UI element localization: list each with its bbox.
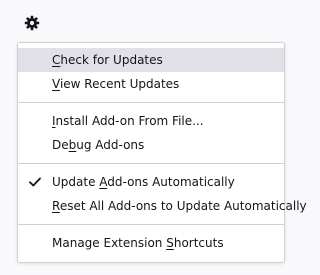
menu-item-update-automatically[interactable]: Update Add-ons Automatically xyxy=(18,170,284,194)
menu-separator xyxy=(18,102,284,103)
menu-item-install-from-file[interactable]: Install Add-on From File... xyxy=(18,109,284,133)
menu-separator xyxy=(18,224,284,225)
menu-item-manage-shortcuts[interactable]: Manage Extension Shortcuts xyxy=(18,231,284,255)
menu-item-check-for-updates[interactable]: Check for Updates xyxy=(18,48,284,72)
menu-separator xyxy=(18,163,284,164)
tools-gear-button[interactable] xyxy=(16,8,48,38)
menu-item-reset-auto-update[interactable]: Reset All Add-ons to Update Automaticall… xyxy=(18,194,307,218)
menu-item-debug-addons[interactable]: Debug Add-ons xyxy=(18,133,284,157)
checkmark-icon xyxy=(29,177,41,187)
addons-tools-menu: Check for Updates View Recent Updates In… xyxy=(17,42,307,263)
menu-item-view-recent-updates[interactable]: View Recent Updates xyxy=(18,72,284,96)
gear-icon xyxy=(24,15,40,31)
